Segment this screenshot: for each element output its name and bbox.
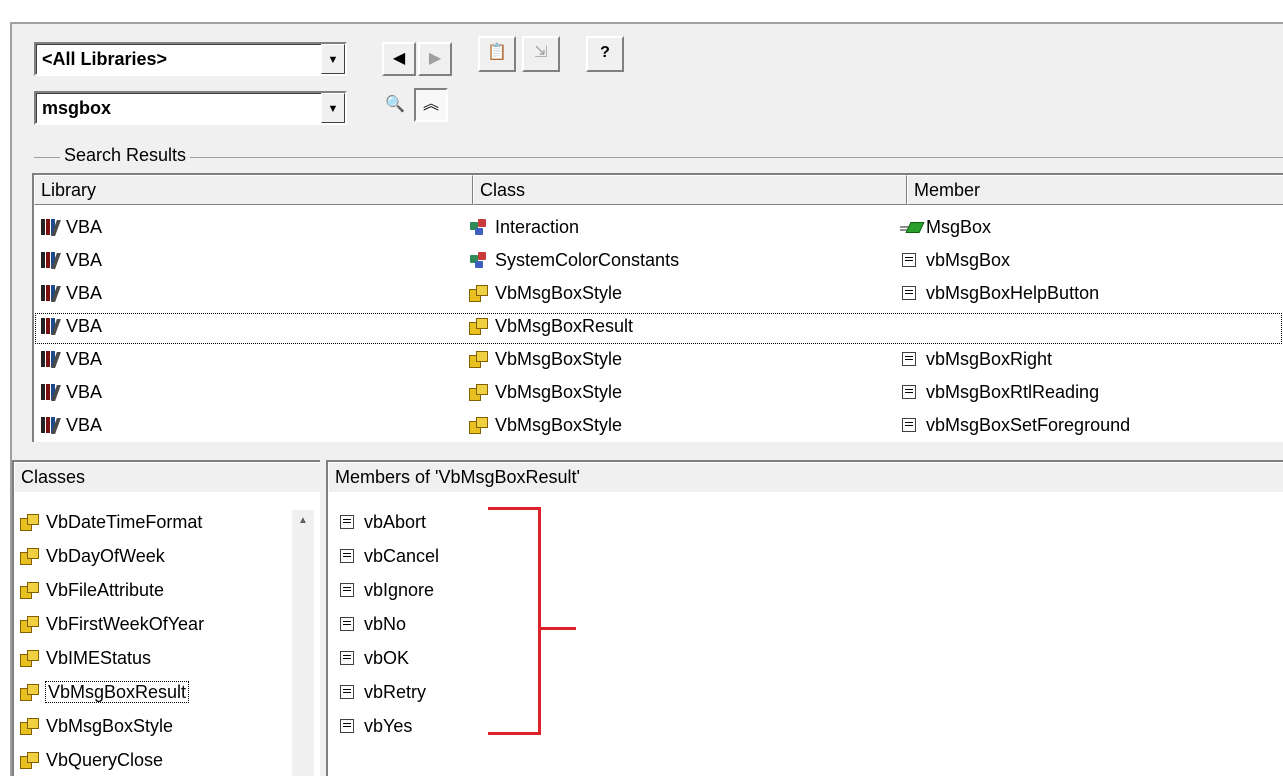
chevron-up-icon: ︽	[422, 96, 439, 113]
toggle-search-results-button[interactable]: ︽	[414, 88, 448, 122]
member-list-item[interactable]: vbAbort	[328, 508, 1283, 541]
copy-icon: 📋	[487, 44, 507, 61]
binoculars-icon: 🔍	[385, 96, 405, 113]
search-result-row[interactable]: VBA VbMsgBoxStyle vbMsgBoxSetForeground	[34, 411, 1283, 442]
view-definition-icon: ⇲	[534, 44, 548, 61]
search-result-row[interactable]: VBA VbMsgBoxStyle vbMsgBoxRtlReading	[34, 378, 1283, 411]
member-list-item[interactable]: vbRetry	[328, 678, 1283, 711]
constant-icon	[338, 718, 358, 734]
enum-icon	[469, 318, 489, 335]
classes-list[interactable]: Classes ▲ VbDateTimeFormat VbDayOfWeek V…	[12, 460, 320, 776]
library-icon	[40, 219, 60, 235]
enum-icon	[469, 285, 489, 302]
member-list-item[interactable]: vbYes	[328, 712, 1283, 745]
member-list-item[interactable]: vbIgnore	[328, 576, 1283, 609]
enum-icon	[469, 384, 489, 401]
class-list-item[interactable]: VbMsgBoxStyle	[14, 712, 290, 745]
library-icon	[40, 351, 60, 367]
dropdown-arrow-icon[interactable]: ▼	[321, 93, 345, 123]
class-icon	[469, 219, 489, 235]
search-button[interactable]: 🔍	[378, 88, 412, 122]
constant-icon	[338, 582, 358, 598]
method-icon	[900, 219, 920, 235]
column-header-member[interactable]: Member	[907, 175, 1283, 205]
class-list-item[interactable]: VbQueryClose	[14, 746, 290, 776]
classes-scrollbar[interactable]: ▲	[292, 510, 314, 776]
annotation-bracket-top	[488, 507, 541, 510]
question-mark-icon: ?	[600, 44, 610, 61]
constant-icon	[338, 684, 358, 700]
enum-icon	[20, 718, 40, 735]
constant-icon	[900, 384, 920, 400]
go-forward-button[interactable]: ▶	[418, 42, 452, 76]
constant-icon	[900, 417, 920, 433]
search-result-row[interactable]: VBA VbMsgBoxStyle vbMsgBoxHelpButton	[34, 279, 1283, 312]
constant-icon	[338, 548, 358, 564]
constant-icon	[338, 650, 358, 666]
constant-icon	[900, 351, 920, 367]
search-result-row[interactable]: VBA SystemColorConstants vbMsgBox	[34, 246, 1283, 279]
pane-splitter[interactable]	[12, 448, 1283, 458]
enum-icon	[20, 514, 40, 531]
enum-icon	[20, 650, 40, 667]
member-list-item[interactable]: vbNo	[328, 610, 1283, 643]
annotation-bracket-tick	[538, 627, 576, 630]
class-list-item[interactable]: VbFileAttribute	[14, 576, 290, 609]
search-results-label: Search Results	[60, 145, 191, 166]
column-header-library[interactable]: Library	[34, 175, 473, 205]
constant-icon	[900, 252, 920, 268]
library-combo-value: <All Libraries>	[42, 49, 168, 69]
scroll-up-icon[interactable]: ▲	[292, 510, 314, 532]
library-icon	[40, 318, 60, 334]
enum-icon	[469, 351, 489, 368]
library-icon	[40, 417, 60, 433]
library-icon	[40, 252, 60, 268]
search-results-group	[34, 157, 1283, 158]
constant-icon	[338, 514, 358, 530]
left-arrow-icon: ◀	[392, 50, 406, 67]
library-icon	[40, 285, 60, 301]
search-result-row[interactable]: VBA VbMsgBoxStyle vbMsgBoxRight	[34, 345, 1283, 378]
copy-to-clipboard-button[interactable]: 📋	[478, 36, 516, 72]
enum-icon	[20, 684, 40, 701]
search-results-list[interactable]: Library Class Member VBA Interaction Msg…	[32, 173, 1283, 442]
class-list-item[interactable]: VbFirstWeekOfYear	[14, 610, 290, 643]
enum-icon	[20, 548, 40, 565]
class-list-item[interactable]: VbIMEStatus	[14, 644, 290, 677]
help-button[interactable]: ?	[586, 36, 624, 72]
library-combo[interactable]: <All Libraries> ▼	[34, 42, 347, 76]
enum-icon	[20, 752, 40, 769]
library-icon	[40, 384, 60, 400]
go-back-button[interactable]: ◀	[382, 42, 416, 76]
constant-icon	[900, 285, 920, 301]
right-arrow-icon: ▶	[428, 50, 442, 67]
search-combo[interactable]: msgbox ▼	[34, 91, 347, 125]
classes-header: Classes	[14, 462, 320, 492]
members-header: Members of 'VbMsgBoxResult'	[328, 462, 1283, 492]
members-list[interactable]: Members of 'VbMsgBoxResult' vbAbort vbCa…	[326, 460, 1283, 776]
view-definition-button[interactable]: ⇲	[522, 36, 560, 72]
member-list-item[interactable]: vbOK	[328, 644, 1283, 677]
dropdown-arrow-icon[interactable]: ▼	[321, 44, 345, 74]
enum-icon	[469, 417, 489, 434]
annotation-bracket	[538, 508, 541, 734]
search-result-row-selected[interactable]: VBA VbMsgBoxResult	[34, 312, 1283, 345]
class-icon	[469, 252, 489, 268]
search-combo-value: msgbox	[42, 98, 112, 118]
enum-icon	[20, 582, 40, 599]
class-list-item-selected[interactable]: VbMsgBoxResult	[14, 678, 290, 711]
search-result-row[interactable]: VBA Interaction MsgBox	[34, 213, 1283, 246]
enum-icon	[20, 616, 40, 633]
member-list-item[interactable]: vbCancel	[328, 542, 1283, 575]
column-header-class[interactable]: Class	[473, 175, 907, 205]
class-list-item[interactable]: VbDayOfWeek	[14, 542, 290, 575]
constant-icon	[338, 616, 358, 632]
annotation-bracket-bottom	[488, 732, 541, 735]
class-list-item[interactable]: VbDateTimeFormat	[14, 508, 290, 541]
